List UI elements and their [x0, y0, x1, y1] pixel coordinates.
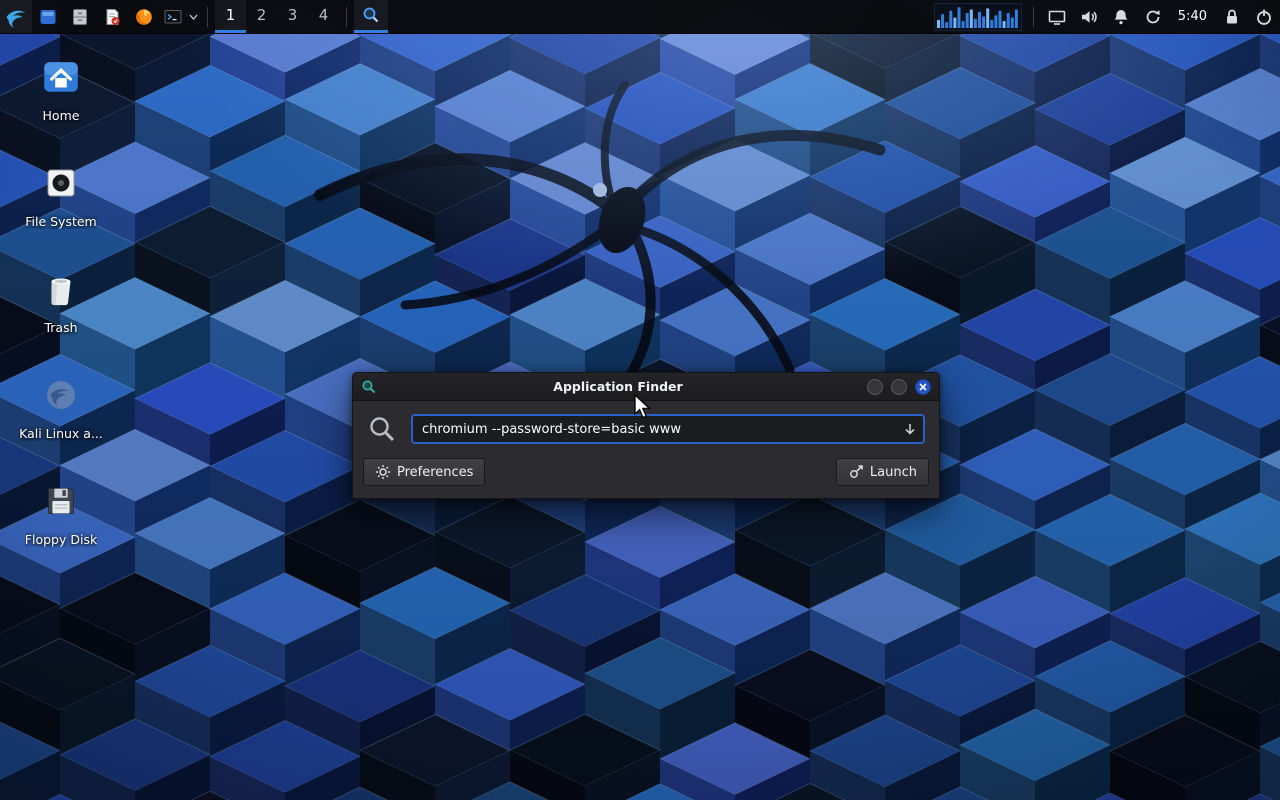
panel-separator: [207, 7, 208, 27]
top-panel: 1 2 3 4: [0, 0, 1280, 34]
search-icon: [367, 414, 397, 444]
bell-icon: [1111, 7, 1131, 27]
trash-can-icon: [39, 267, 83, 311]
command-entry: [411, 414, 925, 444]
workspace-pager: 1 2 3 4: [215, 0, 339, 33]
refresh-icon: [1143, 7, 1163, 27]
applications-menu-button[interactable]: [0, 0, 32, 33]
panel-separator: [1033, 7, 1034, 27]
close-icon: [919, 383, 927, 391]
arrow-down-icon: [902, 421, 918, 437]
preferences-label: Preferences: [397, 465, 473, 480]
finder-body: [353, 401, 939, 456]
firefox-icon: [134, 7, 154, 27]
firefox-launcher[interactable]: [128, 0, 160, 33]
desktop-icon-label: Floppy Disk: [25, 532, 97, 547]
document-icon: [102, 7, 122, 27]
launch-label: Launch: [870, 465, 917, 480]
display-icon: [1047, 7, 1067, 27]
window-controls: [859, 379, 931, 395]
finder-actions: Preferences Launch: [353, 456, 939, 498]
window-launcher[interactable]: [32, 0, 64, 33]
screen-lock-button[interactable]: [1216, 0, 1248, 33]
volume-button[interactable]: [1073, 0, 1105, 33]
search-icon: [361, 5, 381, 25]
notifications-button[interactable]: [1105, 0, 1137, 33]
file-manager-launcher[interactable]: [64, 0, 96, 33]
desktop-icon-floppy-disk[interactable]: Floppy Disk: [15, 479, 107, 547]
maximize-button[interactable]: [891, 379, 907, 395]
cpu-graph[interactable]: [934, 3, 1022, 31]
power-button[interactable]: [1248, 0, 1280, 33]
workspace-1[interactable]: 1: [215, 0, 246, 33]
workspace-3[interactable]: 3: [277, 0, 308, 33]
desktop-icon-list: Home File System Trash: [15, 55, 107, 585]
launch-icon: [848, 464, 864, 480]
desktop-icon-home[interactable]: Home: [15, 55, 107, 123]
workspace-2[interactable]: 2: [246, 0, 277, 33]
desktop-icon-file-system[interactable]: File System: [15, 161, 107, 229]
close-button[interactable]: [915, 379, 931, 395]
display-settings-button[interactable]: [1041, 0, 1073, 33]
command-input[interactable]: [411, 414, 925, 444]
titlebar[interactable]: Application Finder: [353, 373, 939, 401]
file-system-drive-icon: [39, 161, 83, 205]
panel-right-group: 5:40: [934, 0, 1280, 33]
chevron-down-icon: [189, 14, 198, 20]
entry-dropdown-button[interactable]: [899, 418, 921, 440]
taskbar-application-finder[interactable]: [354, 0, 388, 33]
terminal-launcher[interactable]: [160, 0, 186, 33]
desktop-icon-label: File System: [25, 214, 97, 229]
gear-icon: [375, 464, 391, 480]
desktop-icon-label: Trash: [44, 320, 77, 335]
terminal-dropdown-arrow[interactable]: [186, 0, 200, 33]
volume-icon: [1079, 7, 1099, 27]
desktop-icon-label: Kali Linux a...: [19, 426, 103, 441]
workspace-4[interactable]: 4: [308, 0, 339, 33]
kali-logo-icon: [4, 5, 28, 29]
application-finder-window: Application Finder: [352, 372, 940, 499]
floppy-disk-icon: [39, 479, 83, 523]
text-editor-launcher[interactable]: [96, 0, 128, 33]
minimize-button[interactable]: [867, 379, 883, 395]
panel-separator: [346, 7, 347, 27]
preferences-button[interactable]: Preferences: [363, 458, 485, 486]
panel-left-group: 1 2 3 4: [0, 0, 388, 33]
home-folder-icon: [39, 55, 83, 99]
file-cabinet-icon: [70, 7, 90, 27]
clock[interactable]: 5:40: [1169, 0, 1216, 33]
launch-button[interactable]: Launch: [836, 458, 929, 486]
window-title: Application Finder: [377, 379, 859, 394]
update-indicator-button[interactable]: [1137, 0, 1169, 33]
lock-icon: [1222, 7, 1242, 27]
power-icon: [1254, 7, 1274, 27]
terminal-icon: [163, 7, 183, 27]
window-app-icon: [361, 379, 377, 395]
desktop-icon-kali-linux[interactable]: Kali Linux a...: [15, 373, 107, 441]
kali-logo-faded-icon: [39, 373, 83, 417]
desktop-icon-label: Home: [43, 108, 80, 123]
desktop-icon-trash[interactable]: Trash: [15, 267, 107, 335]
window-icon: [38, 7, 58, 27]
